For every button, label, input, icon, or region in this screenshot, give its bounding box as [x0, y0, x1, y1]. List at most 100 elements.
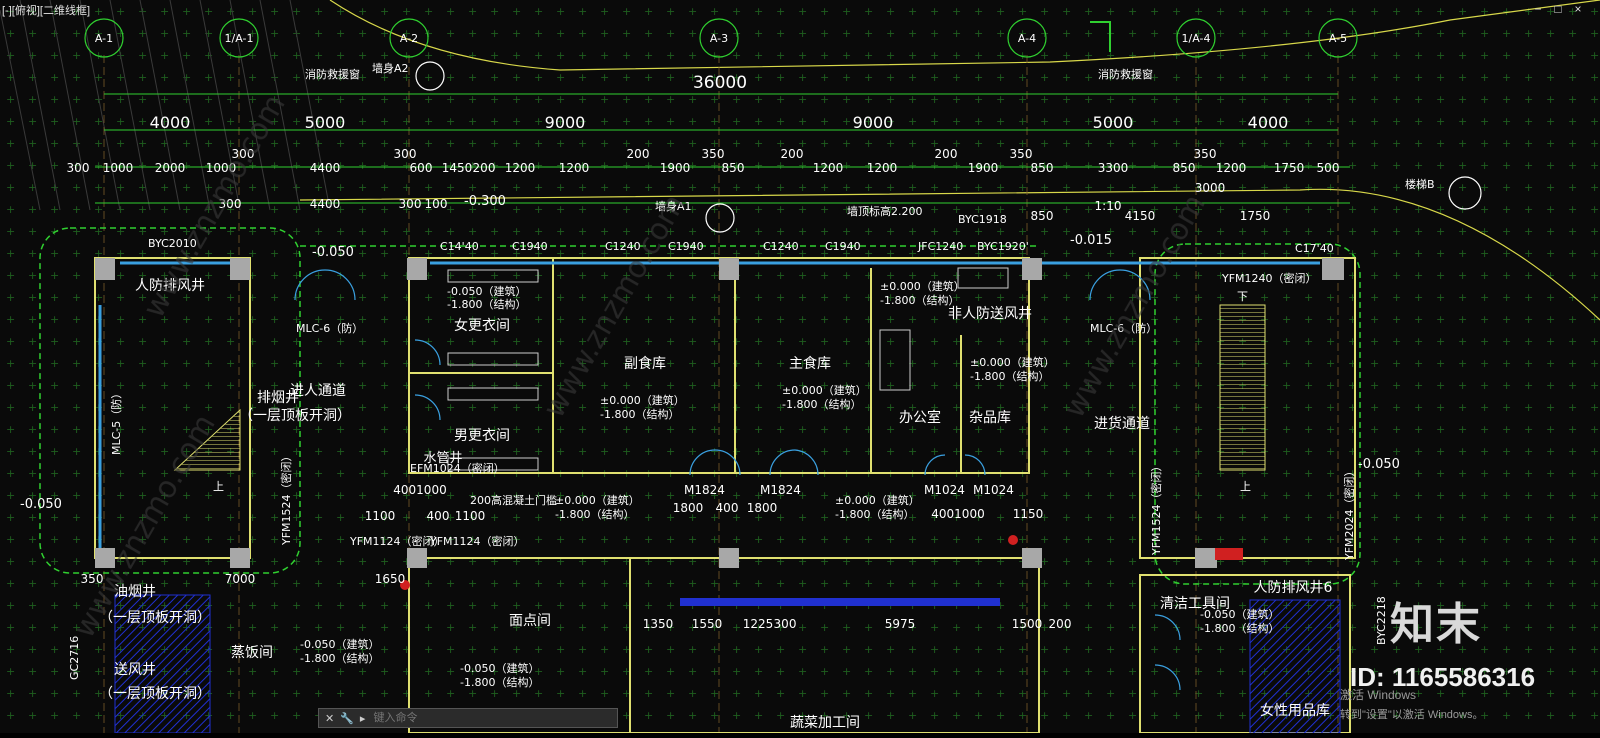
stair-right [1219, 304, 1266, 471]
elev-corridor-b: -1.800（结构） [555, 507, 634, 521]
dim-r1-19: 1900 [968, 161, 999, 175]
dim-bay-5: 5000 [1093, 113, 1134, 132]
dim-total: 36000 [693, 73, 747, 93]
elev-pastry-b: -1.800（结构） [460, 675, 539, 689]
room-women-supplies: 女性用品库 [1260, 702, 1330, 719]
dim-r2-2: 300 [399, 197, 422, 211]
dim-r1-18: 200 [935, 147, 958, 161]
activation-line-2: 转到"设置"以激活 Windows。 [1340, 709, 1484, 721]
label-elev-050: -0.050 [312, 245, 354, 260]
label-elev-050-right: -0.050 [1358, 457, 1400, 472]
elev-nonstaple-a: ±0.000（建筑） [600, 393, 685, 407]
dim-r1-13: 350 [702, 147, 725, 161]
dim-r1-26: 1750 [1274, 161, 1305, 175]
dim-low-2: 1100 [455, 509, 486, 523]
elev-nonstaple-b: -1.800（结构） [600, 407, 679, 421]
dim-low-14: 1225 [743, 617, 774, 631]
elev-staple-a: ±0.000（建筑） [782, 383, 867, 397]
door-m1824-b: M1824 [760, 483, 801, 497]
dim-r1-25: 1200 [1216, 161, 1247, 175]
dim-r1-9: 1200 [505, 161, 536, 175]
elev-staple-b: -1.800（结构） [782, 397, 861, 411]
dim-low-3: 4001000 [393, 483, 446, 497]
door-yfm1524-left: YFM1524（密闭） [279, 450, 293, 546]
label-down: 下 [1237, 290, 1248, 303]
label-fire-window-1: 消防救援窗 [305, 67, 360, 81]
dim-low-8: 400 [716, 501, 739, 515]
dim-r1-11: 200 [627, 147, 650, 161]
axis-label-a1: A-1 [95, 32, 113, 45]
restore-icon[interactable]: □ [1550, 2, 1566, 16]
room-women-changing: 女更衣间 [454, 317, 510, 334]
room-sundries: 杂品库 [969, 410, 1011, 426]
door-yfm1524-right: YFM1524（密闭） [1149, 460, 1163, 556]
label-mlc6-left: MLC-6（防） [296, 321, 363, 335]
dim-low-11: 1150 [1013, 507, 1044, 521]
dim-r1-6: 600 [410, 161, 433, 175]
door-m1824-a: M1824 [684, 483, 725, 497]
room-men-changing: 男更衣间 [454, 428, 510, 444]
elev-rice-b: -1.800（结构） [300, 651, 379, 665]
dim-r1-5: 300 [394, 147, 417, 161]
label-elev-050-left: -0.050 [20, 497, 62, 512]
beam-hatch [680, 598, 1000, 606]
door-c1940-b: C1940 [668, 240, 704, 253]
dim-r1-21: 850 [1031, 161, 1054, 175]
dim-r1-1: 1000 [103, 161, 134, 175]
axis-label-a5: A-5 [1329, 32, 1347, 45]
elev-corridor-c: ±0.000（建筑） [835, 493, 920, 507]
dim-r2-7: 3000 [1195, 181, 1226, 195]
room-nonstaple-store: 副食库 [624, 355, 666, 372]
dim-r1-2: 2000 [155, 161, 186, 175]
room-office: 办公室 [899, 409, 941, 426]
elev-corridor-a: ±0.000（建筑） [555, 493, 640, 507]
elev-office-a: ±0.000（建筑） [880, 279, 965, 293]
dim-low-1: 400 [427, 509, 450, 523]
dim-r1-24: 350 [1194, 147, 1217, 161]
door-yfm1124-b: YFM1124（密闭） [429, 534, 525, 548]
elev-pastry-a: -0.050（建筑） [460, 661, 539, 675]
close-command-icon[interactable]: ✕ [325, 712, 334, 725]
dim-r1-7: 1450 [442, 161, 473, 175]
room-supply-shaft: 送风井 [114, 662, 156, 678]
room-pastry: 面点间 [509, 613, 551, 629]
door-c1240-b: C1240 [763, 240, 799, 253]
door-c1740: C17'40 [1295, 242, 1334, 255]
command-prompt-icon: ▸ [359, 712, 366, 725]
drawing-svg[interactable]: + [0, 0, 1600, 734]
dim-r1-22: 3300 [1098, 161, 1129, 175]
dim-r1-8: 200 [473, 161, 496, 175]
dim-r1-16: 1200 [813, 161, 844, 175]
door-byc2218: BYC2218 [1375, 596, 1388, 645]
dim-low-16: 5975 [885, 617, 916, 631]
viewport-label[interactable]: [-][俯视][二维线框] [2, 2, 90, 18]
room-delivery-passage: 进货通道 [1094, 415, 1150, 432]
dim-low-10: 4001000 [931, 507, 984, 521]
command-input[interactable] [371, 711, 576, 725]
dim-low-13: 1550 [692, 617, 723, 631]
close-icon[interactable]: × [1570, 2, 1586, 16]
label-drain: 200高混凝土门槛 [470, 493, 557, 507]
label-stair-b: 楼梯B [1405, 177, 1435, 191]
dim-low-5: 7000 [225, 572, 256, 586]
room-smoke-shaft: 排烟井 [257, 390, 299, 406]
windows-activation-notice: 激活 Windows 转到"设置"以激活 Windows。 [1340, 686, 1484, 722]
cad-canvas[interactable]: + [0, 0, 1600, 734]
dim-low-17: 1500 [1012, 617, 1043, 631]
door-gc2716: GC2716 [68, 636, 81, 680]
door-byc1920: BYC1920' [977, 240, 1029, 253]
dim-r1-20: 350 [1010, 147, 1033, 161]
command-bar[interactable]: ✕ 🔧 ▸ [318, 708, 618, 728]
dim-low-15: 300 [774, 617, 797, 631]
dim-bay-4: 9000 [853, 113, 894, 132]
label-elev-015: -0.015 [1070, 233, 1112, 248]
label-wall-a2: 墙身A2 [372, 61, 409, 75]
label-up: 上 [1240, 480, 1251, 493]
elev-women-b: -1.800（结构） [447, 297, 526, 311]
wrench-icon[interactable]: 🔧 [340, 712, 354, 725]
label-fire-window-2: 消防救援窗 [1098, 67, 1153, 81]
minimize-icon[interactable]: − [1530, 2, 1546, 16]
dim-r2-6: 4150 [1125, 209, 1156, 223]
door-c1440: C14'40 [440, 240, 479, 253]
dim-r1-17: 1200 [867, 161, 898, 175]
